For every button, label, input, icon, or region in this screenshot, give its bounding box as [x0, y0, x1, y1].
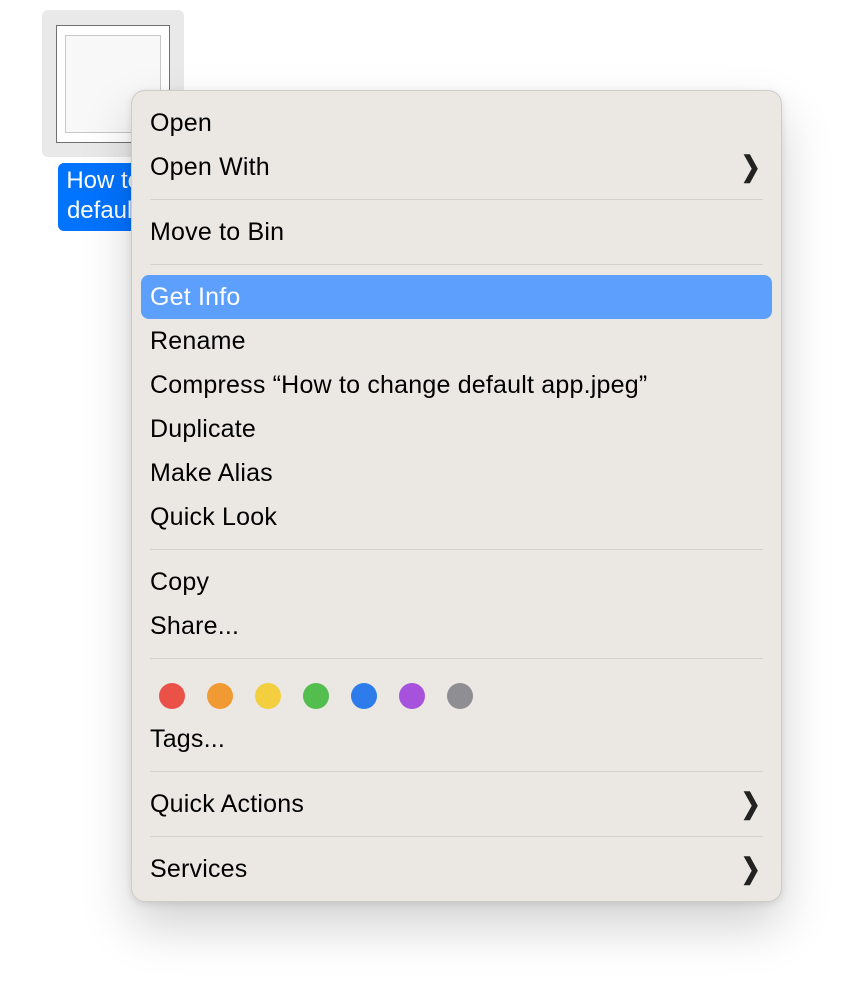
- menu-item-label: Rename: [150, 327, 246, 356]
- menu-item-move-to-bin[interactable]: Move to Bin: [132, 210, 781, 254]
- chevron-right-icon: ❯: [741, 790, 761, 818]
- menu-item-quick-actions[interactable]: Quick Actions ❯: [132, 782, 781, 826]
- menu-separator: [150, 836, 763, 837]
- menu-item-label: Open With: [150, 153, 270, 182]
- menu-item-duplicate[interactable]: Duplicate: [132, 407, 781, 451]
- menu-item-copy[interactable]: Copy: [132, 560, 781, 604]
- menu-item-label: Move to Bin: [150, 218, 284, 247]
- menu-item-label: Share...: [150, 612, 239, 641]
- tag-dot-red[interactable]: [159, 683, 185, 709]
- menu-item-label: Tags...: [150, 725, 225, 754]
- tag-dot-green[interactable]: [303, 683, 329, 709]
- chevron-right-icon: ❯: [741, 855, 761, 883]
- menu-item-label: Compress “How to change default app.jpeg…: [150, 371, 647, 400]
- tag-dot-purple[interactable]: [399, 683, 425, 709]
- menu-item-label: Copy: [150, 568, 209, 597]
- menu-item-services[interactable]: Services ❯: [132, 847, 781, 891]
- context-menu: Open Open With ❯ Move to Bin Get Info Re…: [131, 90, 782, 902]
- tag-dot-orange[interactable]: [207, 683, 233, 709]
- chevron-right-icon: ❯: [741, 153, 761, 181]
- menu-separator: [150, 771, 763, 772]
- tag-dot-blue[interactable]: [351, 683, 377, 709]
- menu-item-label: Get Info: [150, 283, 241, 312]
- tag-dot-yellow[interactable]: [255, 683, 281, 709]
- menu-separator: [150, 549, 763, 550]
- menu-item-get-info[interactable]: Get Info: [141, 275, 772, 319]
- menu-item-rename[interactable]: Rename: [132, 319, 781, 363]
- menu-item-open-with[interactable]: Open With ❯: [132, 145, 781, 189]
- tags-color-row: [132, 669, 781, 717]
- tag-dot-gray[interactable]: [447, 683, 473, 709]
- menu-item-make-alias[interactable]: Make Alias: [132, 451, 781, 495]
- menu-separator: [150, 264, 763, 265]
- menu-item-share[interactable]: Share...: [132, 604, 781, 648]
- menu-item-label: Open: [150, 109, 212, 138]
- menu-item-label: Services: [150, 855, 247, 884]
- menu-item-label: Make Alias: [150, 459, 273, 488]
- menu-item-label: Quick Actions: [150, 790, 304, 819]
- menu-item-label: Quick Look: [150, 503, 277, 532]
- menu-separator: [150, 658, 763, 659]
- menu-separator: [150, 199, 763, 200]
- menu-item-tags[interactable]: Tags...: [132, 717, 781, 761]
- menu-item-quick-look[interactable]: Quick Look: [132, 495, 781, 539]
- menu-item-open[interactable]: Open: [132, 101, 781, 145]
- menu-item-compress[interactable]: Compress “How to change default app.jpeg…: [132, 363, 781, 407]
- menu-item-label: Duplicate: [150, 415, 256, 444]
